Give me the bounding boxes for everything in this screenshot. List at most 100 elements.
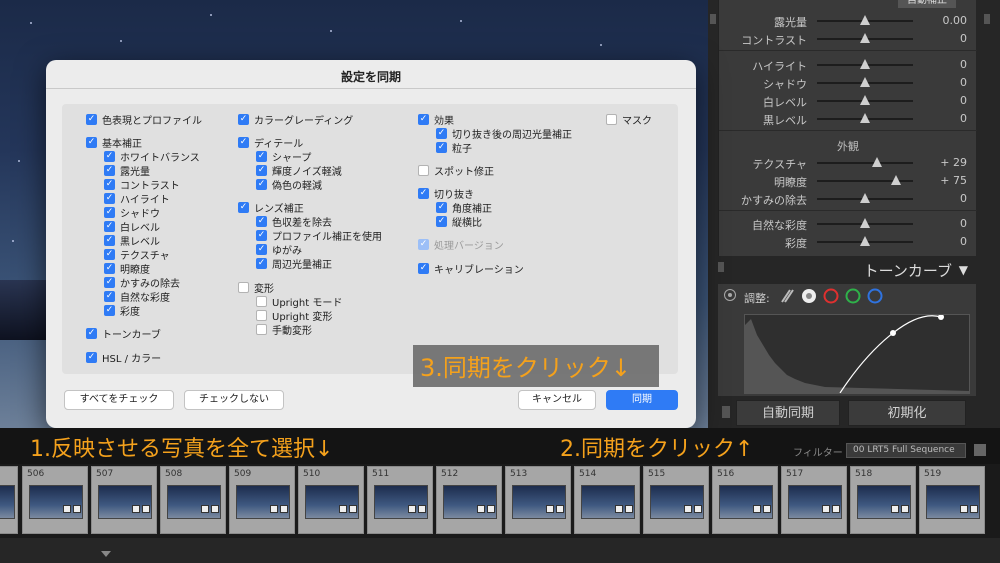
auto-tone-button[interactable]: 自動補正 <box>898 0 956 8</box>
setting-checkbox[interactable]: ✓ トーンカーブ <box>86 326 161 341</box>
checkbox-checked-icon[interactable]: ✓ <box>256 150 267 162</box>
checkbox-checked-icon[interactable]: ✓ <box>256 229 267 241</box>
checkbox-checked-icon[interactable]: ✓ <box>256 215 267 227</box>
checkbox-checked-icon[interactable]: ✓ <box>104 206 115 218</box>
thumbnail[interactable]: 508 <box>160 466 226 534</box>
setting-checkbox[interactable]: ✓ 周辺光量補正 <box>256 256 332 271</box>
setting-checkbox[interactable]: ✓ かすみの除去 <box>104 275 180 290</box>
slider-row[interactable]: テクスチャ + 29 <box>719 154 977 172</box>
setting-checkbox[interactable]: ✓ 明瞭度 <box>104 261 150 276</box>
setting-checkbox[interactable]: ✓ キャリブレーション <box>418 261 524 276</box>
setting-checkbox[interactable]: ✓ 偽色の軽減 <box>256 177 322 192</box>
slider-thumb[interactable] <box>872 157 882 167</box>
checkbox-checked-icon[interactable]: ✓ <box>256 257 267 269</box>
setting-checkbox[interactable]: Upright 変形 <box>256 308 332 323</box>
setting-checkbox[interactable]: ✓ プロファイル補正を使用 <box>256 228 382 243</box>
curve-point[interactable] <box>938 314 944 320</box>
slider-row[interactable]: 白レベル 0 <box>719 92 977 110</box>
setting-checkbox[interactable]: 変形 <box>238 280 274 295</box>
thumbnail[interactable]: 519 <box>919 466 985 534</box>
checkbox-checked-icon[interactable]: ✓ <box>436 127 447 139</box>
setting-checkbox[interactable]: ✓ 基本補正 <box>86 135 142 150</box>
checkbox-unchecked-icon[interactable] <box>256 323 267 335</box>
sync-button[interactable]: 同期 <box>606 390 678 410</box>
checkbox-checked-icon[interactable]: ✓ <box>418 187 429 199</box>
thumbnail[interactable]: 511 <box>367 466 433 534</box>
checkbox-checked-icon[interactable]: ✓ <box>436 201 447 213</box>
collapse-icon[interactable]: ▼ <box>959 263 968 277</box>
checkbox-checked-icon[interactable]: ✓ <box>436 215 447 227</box>
checkbox-unchecked-icon[interactable] <box>418 164 429 176</box>
slider-row[interactable]: 自然な彩度 0 <box>719 215 977 233</box>
slider-value[interactable]: 0 <box>960 217 967 230</box>
checkbox-checked-icon[interactable]: ✓ <box>436 141 447 153</box>
checkbox-checked-icon[interactable]: ✓ <box>104 276 115 288</box>
checkbox-checked-icon[interactable]: ✓ <box>104 262 115 274</box>
slider-value[interactable]: + 29 <box>940 156 967 169</box>
slider-thumb[interactable] <box>860 77 870 87</box>
setting-checkbox[interactable]: ✓ 縦横比 <box>436 214 482 229</box>
setting-checkbox[interactable]: ✓ 色収差を除去 <box>256 214 332 229</box>
slider-thumb[interactable] <box>860 15 870 25</box>
slider-row[interactable]: 彩度 0 <box>719 233 977 251</box>
setting-checkbox[interactable]: Upright モード <box>256 294 342 309</box>
check-all-button[interactable]: すべてをチェック <box>64 390 174 410</box>
thumbnail[interactable]: 516 <box>712 466 778 534</box>
checkbox-checked-icon[interactable]: ✓ <box>104 304 115 316</box>
checkbox-checked-icon[interactable]: ✓ <box>256 164 267 176</box>
checkbox-checked-icon[interactable]: ✓ <box>86 113 97 125</box>
checkbox-checked-icon[interactable]: ✓ <box>86 351 97 363</box>
check-none-button[interactable]: チェックしない <box>184 390 284 410</box>
setting-checkbox[interactable]: ✓ ハイライト <box>104 191 170 206</box>
slider-value[interactable]: 0 <box>960 192 967 205</box>
filmstrip-toggle[interactable] <box>974 444 986 456</box>
checkbox-checked-icon[interactable]: ✓ <box>104 234 115 246</box>
slider-row[interactable]: かすみの除去 0 <box>719 190 977 208</box>
thumbnail[interactable]: 507 <box>91 466 157 534</box>
thumbnail[interactable]: 518 <box>850 466 916 534</box>
checkbox-checked-icon[interactable]: ✓ <box>104 164 115 176</box>
slider-thumb[interactable] <box>860 218 870 228</box>
setting-checkbox[interactable]: 手動変形 <box>256 322 312 337</box>
slider-value[interactable]: 0 <box>960 76 967 89</box>
checkbox-checked-icon[interactable]: ✓ <box>238 136 249 148</box>
thumbnail-partial[interactable] <box>0 466 18 534</box>
slider-value[interactable]: 0 <box>960 32 967 45</box>
checkbox-unchecked-icon[interactable] <box>256 309 267 321</box>
slider-row[interactable]: 明瞭度 + 75 <box>719 172 977 190</box>
setting-checkbox[interactable]: ✓ 角度補正 <box>436 200 492 215</box>
setting-checkbox[interactable]: ✓ ディテール <box>238 135 303 150</box>
slider-value[interactable]: 0 <box>960 235 967 248</box>
slider-thumb[interactable] <box>860 59 870 69</box>
checkbox-checked-icon[interactable]: ✓ <box>238 113 249 125</box>
slider-value[interactable]: 0 <box>960 112 967 125</box>
slider-value[interactable]: 0 <box>960 94 967 107</box>
checkbox-checked-icon[interactable]: ✓ <box>104 290 115 302</box>
checkbox-checked-icon[interactable]: ✓ <box>104 192 115 204</box>
slider-thumb[interactable] <box>891 175 901 185</box>
setting-checkbox[interactable]: ✓ 自然な彩度 <box>104 289 170 304</box>
checkbox-checked-icon[interactable]: ✓ <box>86 136 97 148</box>
slider-thumb[interactable] <box>860 33 870 43</box>
panel-edge-handle[interactable] <box>984 14 990 24</box>
setting-checkbox[interactable]: ✓ 露光量 <box>104 163 150 178</box>
checkbox-unchecked-icon[interactable] <box>606 113 617 125</box>
checkbox-checked-icon[interactable]: ✓ <box>104 178 115 190</box>
checkbox-checked-icon[interactable]: ✓ <box>104 248 115 260</box>
checkbox-checked-icon[interactable]: ✓ <box>256 178 267 190</box>
checkbox-checked-icon[interactable]: ✓ <box>418 113 429 125</box>
thumbnail[interactable]: 509 <box>229 466 295 534</box>
setting-checkbox[interactable]: ✓ 黒レベル <box>104 233 160 248</box>
slider-value[interactable]: 0 <box>960 58 967 71</box>
thumbnail[interactable]: 515 <box>643 466 709 534</box>
slider-row[interactable]: 露光量 0.00 <box>719 12 977 30</box>
checkbox-unchecked-icon[interactable] <box>238 281 249 293</box>
thumbnail[interactable]: 510 <box>298 466 364 534</box>
setting-checkbox[interactable]: ✓ テクスチャ <box>104 247 170 262</box>
cancel-button[interactable]: キャンセル <box>518 390 596 410</box>
setting-checkbox[interactable]: ✓ 彩度 <box>104 303 140 318</box>
thumbnail[interactable]: 514 <box>574 466 640 534</box>
setting-checkbox[interactable]: ✓ 色表現とプロファイル <box>86 112 202 127</box>
setting-checkbox[interactable]: マスク <box>606 112 652 127</box>
filter-select[interactable]: 00 LRT5 Full Sequence <box>846 443 966 458</box>
